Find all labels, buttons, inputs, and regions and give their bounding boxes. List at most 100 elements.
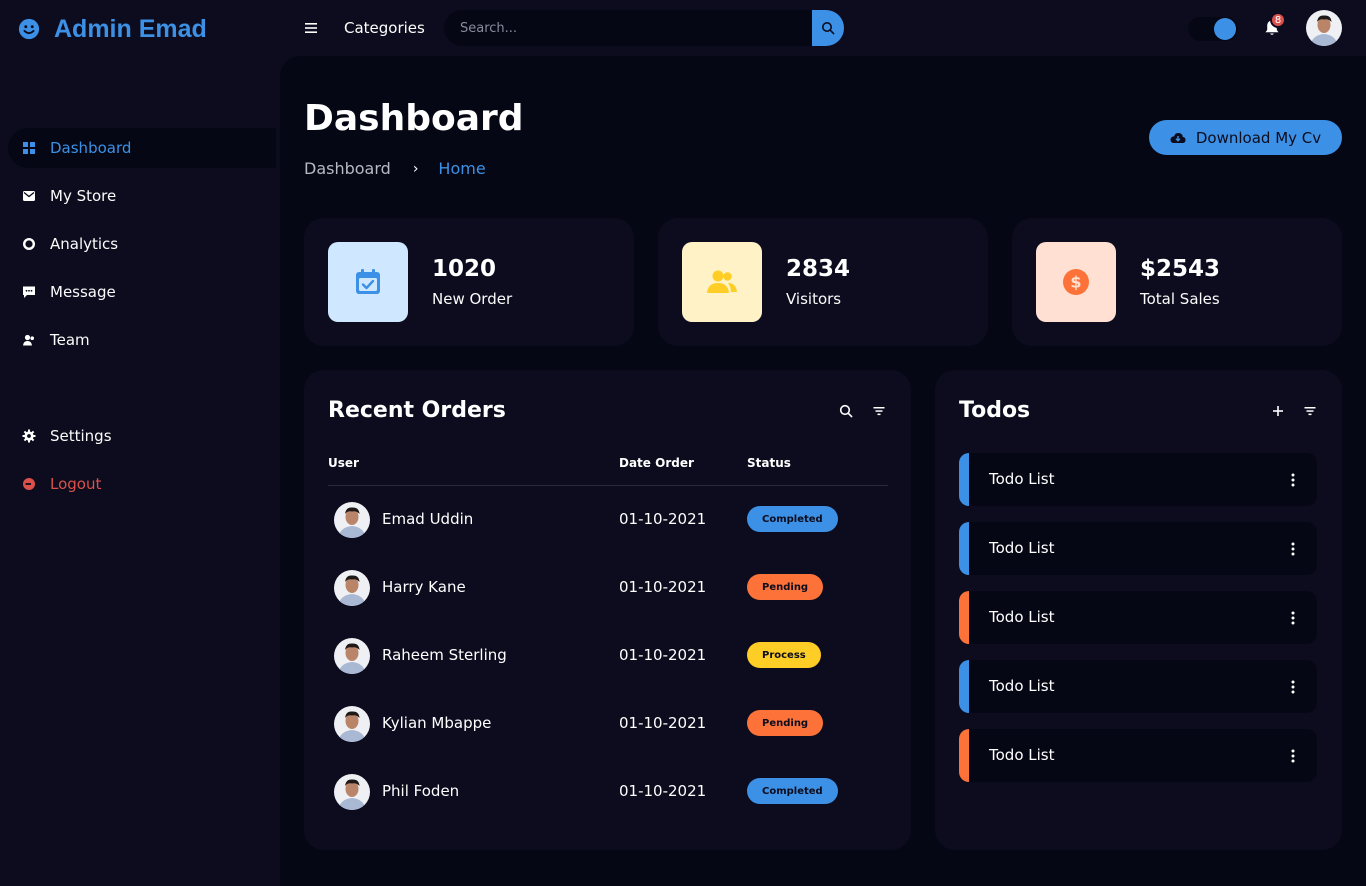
sidebar-item-settings[interactable]: Settings: [8, 416, 276, 456]
stat-value: 1020: [432, 256, 497, 282]
todo-label: Todo List: [989, 677, 1055, 695]
column-header-user: User: [328, 456, 359, 470]
user-name: Phil Foden: [382, 782, 460, 800]
stat-card-visitors: 2834 Visitors: [658, 218, 988, 346]
table-row[interactable]: Raheem Sterling 01-10-2021 Process: [328, 626, 888, 686]
status-badge: Process: [747, 642, 821, 668]
sidebar-item-label: Analytics: [50, 235, 119, 253]
sidebar-item-label: Dashboard: [50, 139, 132, 157]
order-date: 01-10-2021: [619, 646, 707, 664]
avatar: [334, 706, 370, 742]
todos-panel: Todos Todo List Todo List Todo List Todo…: [935, 370, 1342, 850]
more-vertical-icon[interactable]: [1291, 749, 1295, 763]
logout-icon: [23, 478, 35, 490]
brand-name: Admin Emad: [54, 14, 207, 43]
filter-icon[interactable]: [872, 404, 886, 418]
todo-label: Todo List: [989, 539, 1055, 557]
dashboard-icon: [23, 142, 35, 154]
order-date: 01-10-2021: [619, 510, 707, 528]
search-icon[interactable]: [839, 404, 853, 418]
user-name: Emad Uddin: [382, 510, 474, 528]
breadcrumb-item-active[interactable]: Home: [438, 159, 485, 178]
avatar-image: [334, 774, 370, 810]
cloud-download-icon: [1170, 132, 1186, 143]
more-vertical-icon[interactable]: [1291, 542, 1295, 556]
sidebar-item-message[interactable]: Message: [8, 272, 276, 312]
order-date: 01-10-2021: [619, 714, 707, 732]
message-icon: [23, 286, 35, 298]
recent-orders-panel: Recent Orders User Date Order Status Ema…: [304, 370, 911, 850]
more-vertical-icon[interactable]: [1291, 611, 1295, 625]
sidebar-item-analytics[interactable]: Analytics: [8, 224, 276, 264]
stat-value: $2543: [1140, 256, 1221, 282]
todo-label: Todo List: [989, 746, 1055, 764]
more-vertical-icon[interactable]: [1291, 473, 1295, 487]
theme-toggle[interactable]: [1188, 17, 1238, 41]
plus-icon[interactable]: [1271, 404, 1285, 418]
sidebar: Dashboard My Store Analytics Message Tea…: [0, 56, 280, 886]
avatar-image: [334, 570, 370, 606]
sidebar-item-label: Logout: [50, 475, 102, 493]
main-content: Dashboard Dashboard › Home Download My C…: [280, 56, 1366, 886]
filter-icon[interactable]: [1303, 404, 1317, 418]
user-name: Kylian Mbappe: [382, 714, 492, 732]
sidebar-item-logout[interactable]: Logout: [8, 464, 276, 504]
more-vertical-icon[interactable]: [1291, 680, 1295, 694]
team-icon: [23, 334, 34, 346]
sidebar-item-dashboard[interactable]: Dashboard: [8, 128, 276, 168]
order-date: 01-10-2021: [619, 782, 707, 800]
avatar-image: [334, 706, 370, 742]
status-badge: Completed: [747, 506, 838, 532]
table-row[interactable]: Phil Foden 01-10-2021 Completed: [328, 762, 888, 822]
brand[interactable]: Admin Emad: [18, 14, 207, 44]
todo-item[interactable]: Todo List: [959, 729, 1317, 782]
sidebar-item-label: Message: [50, 283, 116, 301]
todo-label: Todo List: [989, 470, 1055, 488]
notification-badge: 8: [1270, 12, 1286, 28]
breadcrumb: Dashboard › Home: [304, 159, 486, 178]
column-header-date: Date Order: [619, 456, 694, 470]
column-header-status: Status: [747, 456, 791, 470]
group-icon: [707, 270, 737, 293]
toggle-knob: [1214, 18, 1236, 40]
search-icon: [822, 22, 835, 35]
sidebar-item-team[interactable]: Team: [8, 320, 276, 360]
panel-title: Todos: [959, 398, 1031, 423]
panel-title: Recent Orders: [328, 398, 506, 423]
dollar-icon: $: [1063, 269, 1089, 295]
search-input[interactable]: [444, 10, 812, 46]
todo-item[interactable]: Todo List: [959, 453, 1317, 506]
table-row[interactable]: Kylian Mbappe 01-10-2021 Pending: [328, 694, 888, 754]
status-badge: Pending: [747, 710, 824, 736]
avatar: [334, 570, 370, 606]
menu-icon[interactable]: [304, 22, 318, 34]
sidebar-item-label: My Store: [50, 187, 117, 205]
stat-value: 2834: [786, 256, 851, 282]
svg-text:$: $: [1070, 273, 1081, 292]
todo-item[interactable]: Todo List: [959, 660, 1317, 713]
todo-item[interactable]: Todo List: [959, 591, 1317, 644]
stat-icon-box: [328, 242, 408, 322]
avatar-image: [334, 638, 370, 674]
sidebar-item-label: Team: [50, 331, 90, 349]
search-button[interactable]: [812, 10, 844, 46]
stat-card-new-order: 1020 New Order: [304, 218, 634, 346]
breadcrumb-item[interactable]: Dashboard: [304, 159, 391, 178]
table-row[interactable]: Emad Uddin 01-10-2021 Completed: [328, 490, 888, 550]
sidebar-item-my-store[interactable]: My Store: [8, 176, 276, 216]
avatar: [334, 502, 370, 538]
gear-icon: [22, 429, 36, 443]
stat-label: New Order: [432, 290, 513, 308]
download-cv-button[interactable]: Download My Cv: [1149, 120, 1342, 155]
avatar: [334, 774, 370, 810]
analytics-icon: [22, 237, 36, 251]
stat-label: Visitors: [786, 290, 842, 308]
categories-link[interactable]: Categories: [344, 19, 425, 37]
order-date: 01-10-2021: [619, 578, 707, 596]
todo-item[interactable]: Todo List: [959, 522, 1317, 575]
profile-avatar[interactable]: [1306, 10, 1342, 46]
table-row[interactable]: Harry Kane 01-10-2021 Pending: [328, 558, 888, 618]
chevron-right-icon: ›: [412, 160, 419, 177]
status-badge: Completed: [747, 778, 838, 804]
header-divider: [328, 485, 888, 486]
